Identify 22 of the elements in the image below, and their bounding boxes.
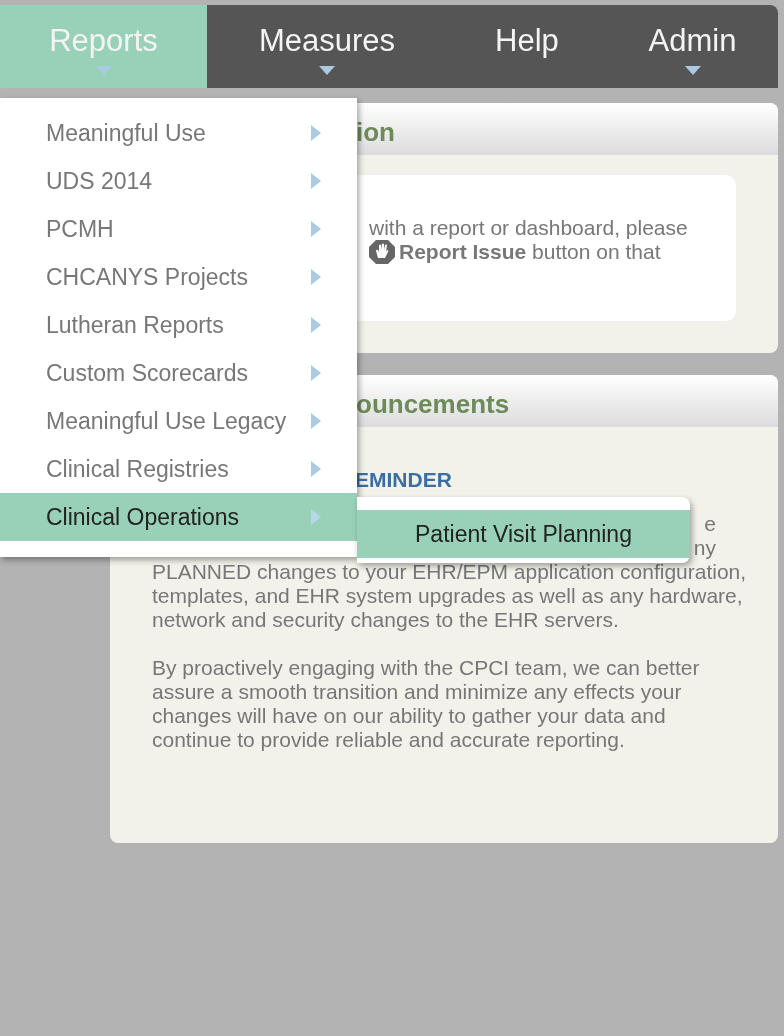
panel-title: ion <box>356 117 395 147</box>
menu-item[interactable]: Meaningful Use <box>0 109 357 157</box>
menu-item[interactable]: Meaningful Use Legacy <box>0 397 357 445</box>
nav-tab[interactable]: Help <box>447 5 607 88</box>
nav-tab[interactable]: Measures <box>207 5 447 88</box>
announcement-text: ny <box>693 536 716 560</box>
menu-item[interactable]: Clinical Registries <box>0 445 357 493</box>
nav-tab[interactable]: Admin <box>607 5 778 88</box>
menu-item[interactable]: PCMH <box>0 205 357 253</box>
announcement-text: By proactively engaging with the CPCI team, we can better assure a smooth transition and minimize any effects your changes will have on our ability to gather your data and continue to provide reliable and accurate reporting. <box>151 656 701 752</box>
menu-item[interactable]: Custom Scorecards <box>0 349 357 397</box>
reminder-heading: EMINDER <box>355 467 452 492</box>
menu-item[interactable]: Lutheran Reports <box>0 301 357 349</box>
announcement-text: PLANNED changes to your EHR/EPM application configuration, templates, and EHR system upgrades as well as any hardware, network and security changes to the EHR servers. <box>151 560 748 632</box>
panel-title: ouncements <box>356 389 510 419</box>
menu-item[interactable]: UDS 2014 <box>0 157 357 205</box>
notice-text: Report Issue button on that <box>399 240 661 264</box>
announcement-text: e <box>704 512 716 536</box>
notice-text: with a report or dashboard, please <box>369 216 689 240</box>
menu-item[interactable]: CHCANYS Projects <box>0 253 357 301</box>
submenu-item[interactable]: Patient Visit Planning <box>357 510 690 558</box>
menu-item[interactable]: Clinical Operations <box>0 493 357 541</box>
